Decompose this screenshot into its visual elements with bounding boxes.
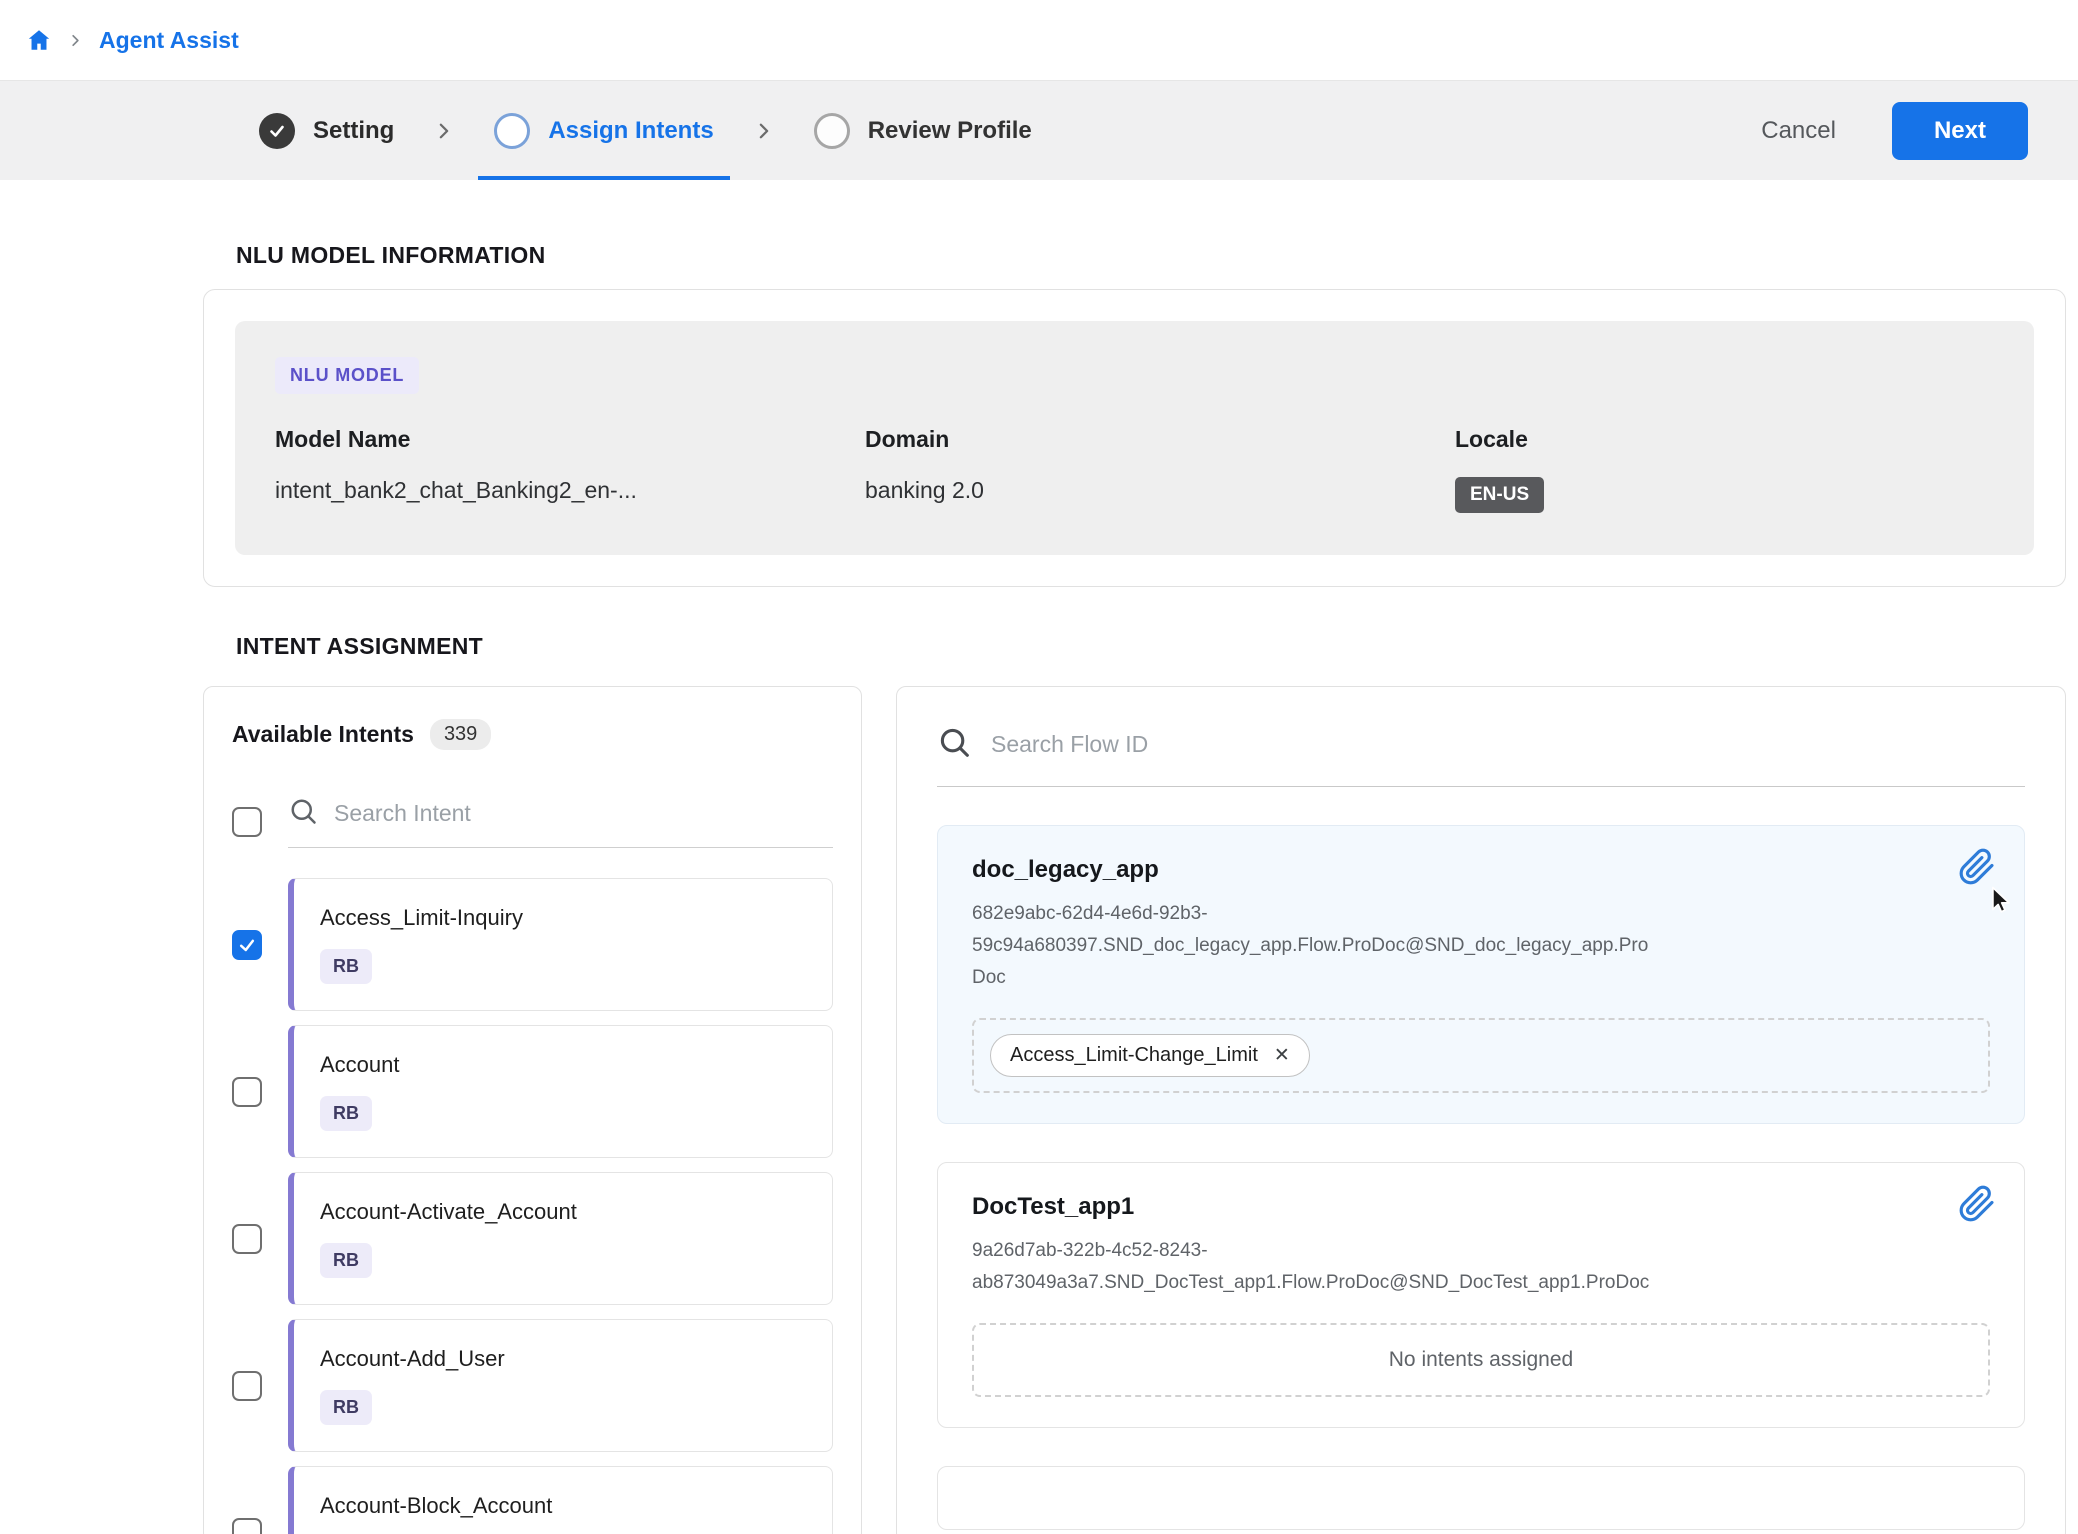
intent-checkbox[interactable] [232,1077,262,1107]
intent-list: Access_Limit-Inquiry RB Account RB [232,878,833,1534]
intent-drop-zone[interactable]: Access_Limit-Change_Limit ✕ [972,1018,1990,1093]
locale-badge: EN-US [1455,477,1544,513]
flow-card-partial [937,1466,2025,1530]
attach-intent-paperclip-icon[interactable] [1958,848,1996,889]
domain-value: banking 2.0 [865,477,1455,504]
flow-assignment-panel: doc_legacy_app 682e9abc-62d4-4e6d-92b3-5… [896,686,2066,1534]
intent-name: Account [320,1052,806,1078]
step-upcoming-icon [814,113,850,149]
stepper: Setting Assign Intents Review Profile Ca… [0,80,2078,180]
intent-card[interactable]: Account-Block_Account RB [288,1466,833,1534]
intent-card[interactable]: Account RB [288,1025,833,1158]
search-icon [937,725,971,764]
intent-name: Account-Activate_Account [320,1199,806,1225]
flow-title: DocTest_app1 [972,1193,1990,1221]
intent-card[interactable]: Account-Activate_Account RB [288,1172,833,1305]
step-separator-chevron-icon [434,121,454,141]
intent-tag-badge: RB [320,1096,372,1131]
assigned-intent-label: Access_Limit-Change_Limit [1010,1044,1258,1067]
intent-name: Access_Limit-Inquiry [320,905,806,931]
flow-id: 9a26d7ab-322b-4c52-8243-ab873049a3a7.SND… [972,1235,1650,1299]
step-separator-chevron-icon [754,121,774,141]
available-intents-title: Available Intents [232,721,414,748]
intent-tag-badge: RB [320,949,372,984]
intent-checkbox[interactable] [232,1371,262,1401]
intent-section-title: INTENT ASSIGNMENT [236,633,2066,660]
intent-row: Account-Add_User RB [232,1319,833,1452]
step-setting[interactable]: Setting [243,81,410,180]
intent-card[interactable]: Account-Add_User RB [288,1319,833,1452]
available-intents-panel: Available Intents 339 [203,686,862,1534]
select-all-checkbox[interactable] [232,807,262,837]
flow-card-doc-legacy-app: doc_legacy_app 682e9abc-62d4-4e6d-92b3-5… [937,825,2025,1124]
intent-checkbox[interactable] [232,1518,262,1534]
flow-card-doctest-app1: DocTest_app1 9a26d7ab-322b-4c52-8243-ab8… [937,1162,2025,1428]
nlu-model-panel: NLU MODEL Model Name intent_bank2_chat_B… [235,321,2034,555]
breadcrumb-chevron-icon [68,33,83,48]
search-intent-input[interactable] [334,800,833,827]
intent-row: Account-Block_Account RB [232,1466,833,1534]
intent-name: Account-Block_Account [320,1493,806,1519]
model-name-label: Model Name [275,426,865,453]
step-review-profile-label: Review Profile [868,117,1032,145]
nlu-model-card: NLU MODEL Model Name intent_bank2_chat_B… [203,289,2066,587]
model-name-field: Model Name intent_bank2_chat_Banking2_en… [275,426,865,513]
domain-field: Domain banking 2.0 [865,426,1455,513]
breadcrumb: Agent Assist [0,0,2078,80]
breadcrumb-agent-assist[interactable]: Agent Assist [99,27,239,54]
step-review-profile[interactable]: Review Profile [798,81,1048,180]
intent-tag-badge: RB [320,1243,372,1278]
locale-label: Locale [1455,426,1994,453]
next-button[interactable]: Next [1892,102,2028,160]
assigned-intent-chip[interactable]: Access_Limit-Change_Limit ✕ [990,1034,1310,1077]
step-active-icon [494,113,530,149]
intent-row: Account RB [232,1025,833,1158]
intent-name: Account-Add_User [320,1346,806,1372]
flow-title: doc_legacy_app [972,856,1990,884]
domain-label: Domain [865,426,1455,453]
home-icon[interactable] [26,27,52,53]
step-assign-intents-label: Assign Intents [548,117,713,145]
cancel-button[interactable]: Cancel [1761,117,1836,145]
remove-intent-icon[interactable]: ✕ [1274,1046,1290,1065]
intent-card[interactable]: Access_Limit-Inquiry RB [288,878,833,1011]
search-icon [288,796,318,831]
locale-field: Locale EN-US [1455,426,1994,513]
attach-intent-paperclip-icon[interactable] [1958,1185,1996,1226]
intent-row: Access_Limit-Inquiry RB [232,878,833,1011]
nlu-section-title: NLU MODEL INFORMATION [236,242,2066,269]
intent-checkbox[interactable] [232,1224,262,1254]
search-flow-id-input[interactable] [991,731,2025,758]
no-intents-text: No intents assigned [1389,1348,1573,1372]
intent-tag-badge: RB [320,1390,372,1425]
step-setting-label: Setting [313,117,394,145]
step-assign-intents[interactable]: Assign Intents [478,81,729,180]
intent-drop-zone[interactable]: No intents assigned [972,1323,1990,1397]
intent-row: Account-Activate_Account RB [232,1172,833,1305]
step-complete-icon [259,113,295,149]
available-intents-count: 339 [430,719,491,750]
intent-checkbox[interactable] [232,930,262,960]
flow-id: 682e9abc-62d4-4e6d-92b3-59c94a680397.SND… [972,898,1650,994]
mouse-cursor [1986,884,2016,919]
model-name-value: intent_bank2_chat_Banking2_en-... [275,477,865,504]
nlu-model-badge: NLU MODEL [275,357,419,394]
main-content: NLU MODEL INFORMATION NLU MODEL Model Na… [203,242,2066,1534]
